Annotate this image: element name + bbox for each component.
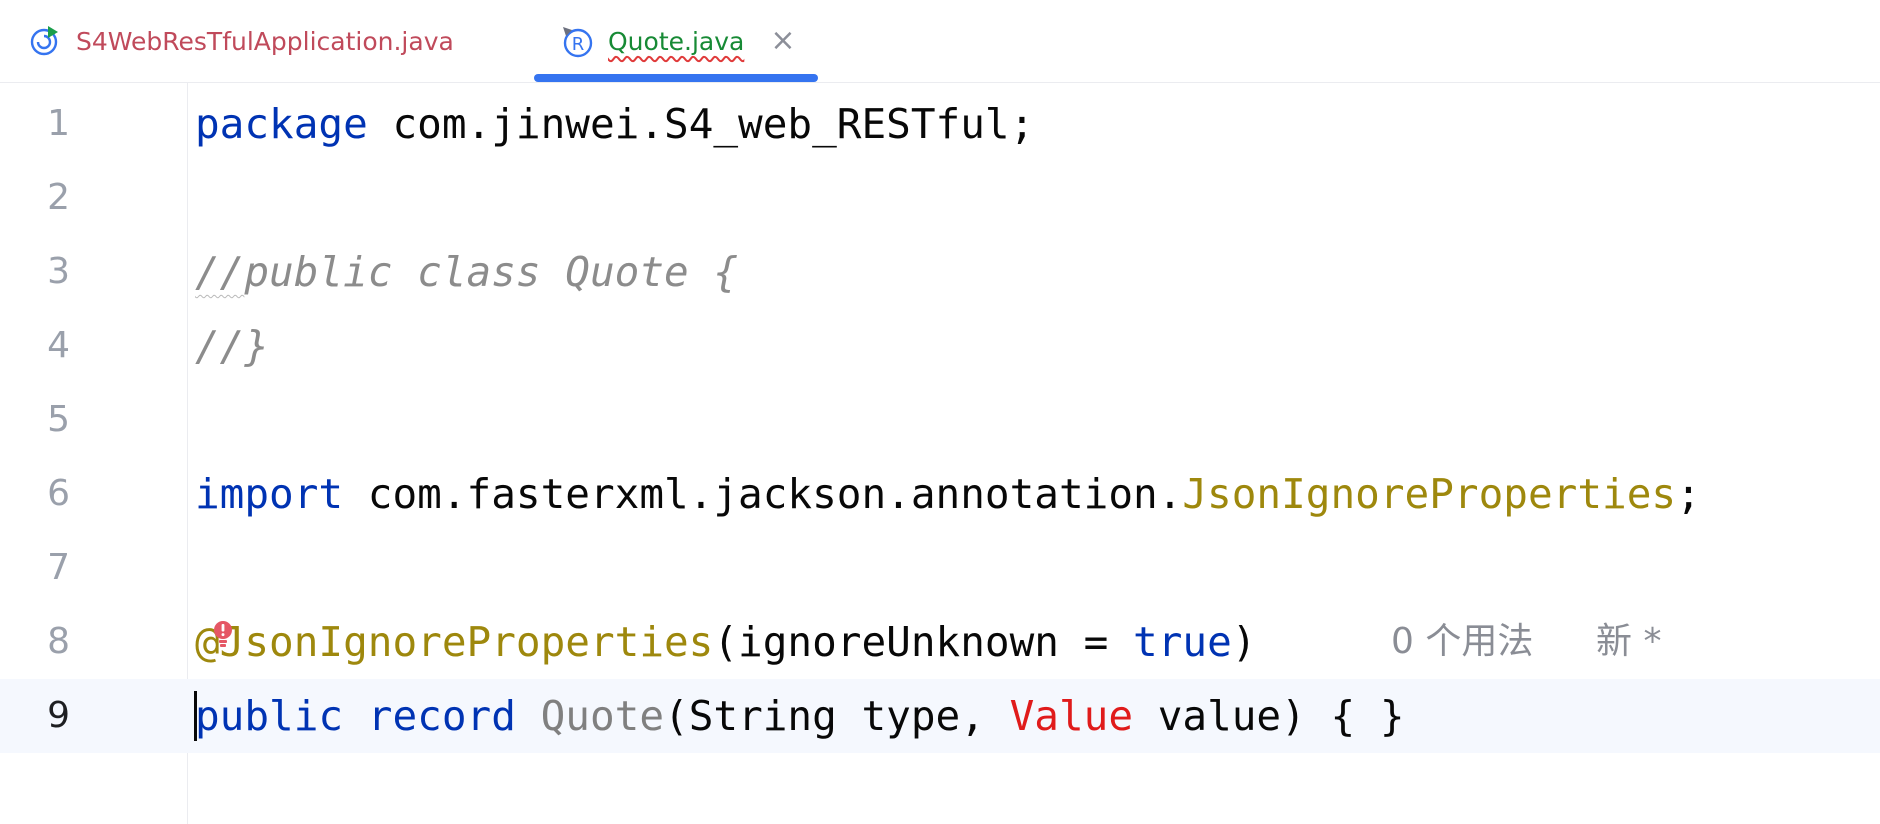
line-number: 3 (47, 251, 70, 292)
code-text: @JsonIgnoreProperties(ignoreUnknown = tr… (195, 605, 1256, 679)
code-line[interactable]: 8 @JsonIgnoreProperties(ignoreUnknown = … (0, 605, 1880, 679)
close-tab-icon[interactable]: × (770, 26, 795, 56)
comment: //} (195, 322, 270, 370)
usages-inlay-hint[interactable]: 0 个用法 (1391, 605, 1533, 679)
tab-label: Quote.java (608, 26, 745, 56)
text-caret (194, 691, 197, 741)
code-line[interactable]: 1 package com.jinwei.S4_web_RESTful; (0, 87, 1880, 161)
annotation-type: JsonIgnoreProperties (1182, 470, 1677, 518)
line-number: 7 (47, 547, 70, 588)
code-line[interactable]: 6 import com.fasterxml.jackson.annotatio… (0, 457, 1880, 531)
author-inlay-hint[interactable]: 新 * (1596, 605, 1661, 679)
tab-s4webrestfulapplication[interactable]: S4WebResTfulApplication.java (28, 0, 454, 82)
tab-quote-java[interactable]: R Quote.java × (534, 0, 818, 82)
unresolved-type: Value (1009, 692, 1134, 740)
code-line[interactable]: 7 (0, 531, 1880, 605)
spring-boot-app-icon (28, 24, 62, 58)
paren: ) (1231, 618, 1257, 666)
line-number: 9 (47, 695, 70, 736)
code-text: package com.jinwei.S4_web_RESTful; (195, 87, 1034, 161)
record-name: Quote (540, 692, 665, 740)
line-number: 1 (47, 103, 70, 144)
semicolon: ; (1676, 470, 1701, 518)
keyword: public (195, 692, 344, 740)
keyword: true (1133, 618, 1232, 666)
svg-text:R: R (572, 34, 585, 55)
keyword: package (195, 100, 368, 148)
line-number: 5 (47, 399, 70, 440)
line-number: 6 (47, 473, 70, 514)
active-tab-indicator (534, 74, 818, 82)
keyword: import (195, 470, 344, 518)
annotation: @JsonIgnoreProperties (195, 618, 714, 666)
line-number: 4 (47, 325, 70, 366)
record-icon: R (560, 24, 594, 58)
line-number: 8 (47, 621, 70, 662)
comment: //public class Quote { (195, 235, 738, 309)
keyword: record (367, 692, 516, 740)
error-bulb-icon[interactable] (212, 620, 234, 648)
tab-label: S4WebResTfulApplication.java (76, 26, 454, 56)
code-line[interactable]: 3 //public class Quote { (0, 235, 1880, 309)
package-name: com.jinwei.S4_web_RESTful; (367, 100, 1035, 148)
comment-marker: // (195, 248, 245, 296)
record-params: (String type, (664, 692, 1010, 740)
import-path: com.fasterxml.jackson.annotation. (343, 470, 1183, 518)
editor-tab-bar: S4WebResTfulApplication.java R Quote.jav… (0, 0, 1880, 83)
code-line[interactable]: 2 (0, 161, 1880, 235)
record-body: value) { } (1133, 692, 1405, 740)
annotation-args: (ignoreUnknown = (713, 618, 1134, 666)
code-text: public record Quote(String type, Value v… (195, 679, 1405, 753)
code-line-current[interactable]: 9 public record Quote(String type, Value… (0, 679, 1880, 753)
code-text: import com.fasterxml.jackson.annotation.… (195, 457, 1701, 531)
code-editor[interactable]: 1 package com.jinwei.S4_web_RESTful; 2 3… (0, 83, 1880, 824)
comment-text: public class Quote { (244, 248, 739, 296)
code-line[interactable]: 4 //} (0, 309, 1880, 383)
line-number: 2 (47, 177, 70, 218)
code-line[interactable]: 5 (0, 383, 1880, 457)
